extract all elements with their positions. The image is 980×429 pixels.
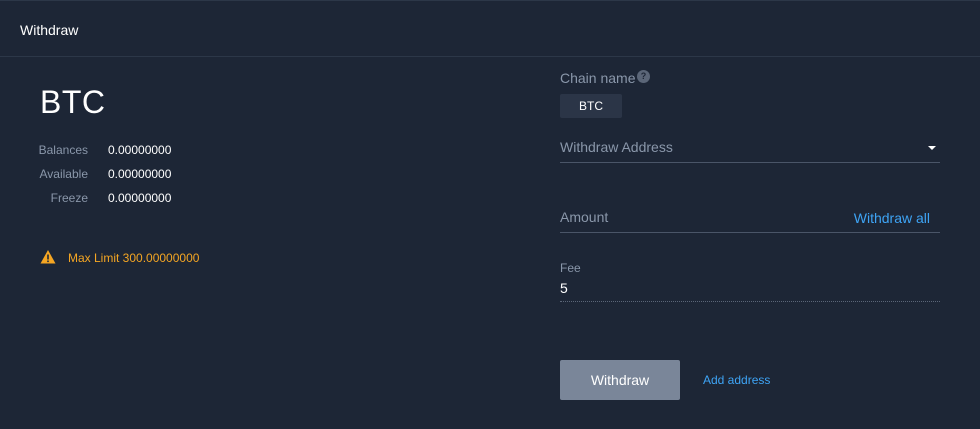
withdraw-address-select[interactable]: Withdraw Address (560, 132, 940, 163)
withdraw-panel: Withdraw BTC Balances 0.00000000 Availab… (0, 0, 980, 429)
fee-field: 5 (560, 278, 940, 302)
fee-label: Fee (560, 261, 581, 275)
freeze-value: 0.00000000 (108, 191, 172, 205)
coin-name: BTC (40, 84, 106, 120)
warning-icon (40, 250, 56, 264)
max-limit-text: Max Limit 300.00000000 (68, 251, 200, 265)
balance-row-available: Available 0.00000000 (0, 167, 400, 183)
balance-label: Balances (38, 143, 88, 157)
available-value: 0.00000000 (108, 167, 172, 181)
balance-row-freeze: Freeze 0.00000000 (0, 191, 400, 207)
balance-row-balances: Balances 0.00000000 (0, 143, 400, 159)
page-header: Withdraw (0, 0, 980, 57)
chain-option-btc[interactable]: BTC (560, 94, 622, 118)
fee-value: 5 (560, 280, 568, 296)
withdraw-button[interactable]: Withdraw (560, 360, 680, 400)
available-label: Available (39, 167, 88, 181)
caret-down-icon (928, 146, 936, 150)
chain-name-label: Chain name (560, 70, 636, 86)
withdraw-address-placeholder: Withdraw Address (560, 139, 673, 155)
page-title: Withdraw (20, 22, 79, 38)
amount-placeholder: Amount (560, 209, 609, 225)
withdraw-all-link[interactable]: Withdraw all (854, 210, 930, 226)
add-address-link[interactable]: Add address (703, 373, 770, 387)
amount-input[interactable]: Amount Withdraw all (560, 202, 940, 233)
balance-value: 0.00000000 (108, 143, 172, 157)
help-icon[interactable]: ? (637, 70, 650, 83)
freeze-label: Freeze (50, 191, 88, 205)
